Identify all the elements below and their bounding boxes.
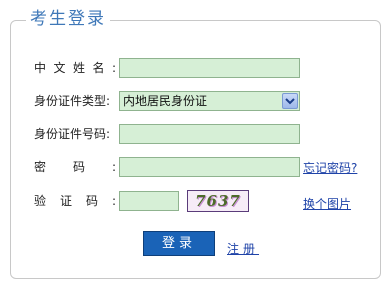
name-label: 中 文 姓 名 : — [34, 58, 116, 78]
login-button[interactable]: 登录 — [143, 231, 215, 256]
name-input[interactable] — [119, 58, 300, 78]
id-type-label: 身份证件类型: — [34, 94, 111, 108]
captcha-text: 7637 — [195, 192, 241, 210]
password-label-char: 密 — [34, 160, 47, 174]
password-label: 密 码 : — [34, 157, 116, 177]
name-label-char: 中 — [34, 61, 47, 75]
name-label-char: 名 — [92, 61, 105, 75]
captcha-input[interactable] — [119, 191, 179, 211]
name-label-char: : — [111, 61, 116, 75]
panel-title: 考生登录 — [26, 8, 110, 30]
password-label-char: 码 — [72, 160, 85, 174]
password-input[interactable] — [119, 157, 300, 177]
register-link[interactable]: 注册 — [227, 240, 259, 257]
name-label-char: 姓 — [72, 61, 85, 75]
id-number-label: 身份证件号码: — [34, 127, 111, 141]
captcha-label-char: 码 — [85, 194, 98, 208]
id-number-input[interactable] — [119, 124, 300, 144]
name-label-char: 文 — [53, 61, 66, 75]
captcha-label-char: 验 — [34, 194, 47, 208]
captcha-label: 验 证 码 : — [34, 191, 116, 211]
captcha-label-char: 证 — [59, 194, 72, 208]
id-type-selected-value: 内地居民身份证 — [123, 94, 208, 108]
id-type-select[interactable]: 内地居民身份证 — [119, 91, 300, 111]
refresh-captcha-link[interactable]: 换个图片 — [303, 195, 351, 212]
chevron-down-icon[interactable] — [282, 93, 298, 109]
captcha-image: 7637 — [187, 190, 249, 212]
password-label-char: : — [111, 160, 116, 174]
captcha-label-char: : — [111, 194, 116, 208]
forgot-password-link[interactable]: 忘记密码? — [303, 159, 357, 176]
